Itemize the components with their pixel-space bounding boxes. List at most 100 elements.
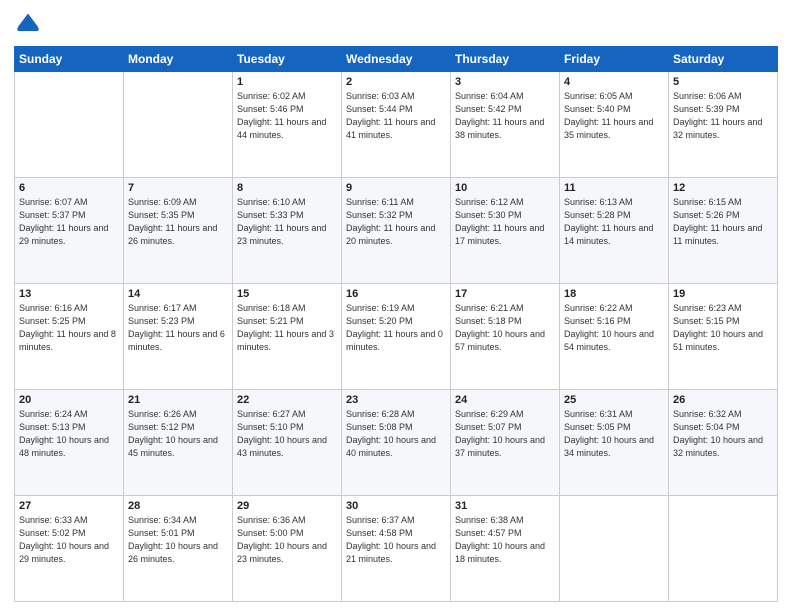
calendar-cell: 16Sunrise: 6:19 AM Sunset: 5:20 PM Dayli… [342, 284, 451, 390]
day-info: Sunrise: 6:27 AM Sunset: 5:10 PM Dayligh… [237, 408, 337, 460]
calendar-cell: 18 Sunrise: 6:22 AM Sunset: 5:16 PM Dayli… [560, 284, 669, 390]
day-info: Sunrise: 6:23 AM Sunset: 5:15 PM Dayligh… [673, 302, 773, 354]
day-number: 5 [673, 76, 773, 88]
day-number: 16 [346, 288, 446, 300]
day-number: 9 [346, 182, 446, 194]
calendar-week-row: 27 Sunrise: 6:33 AM Sunset: 5:02 PM Dayli… [15, 496, 778, 602]
day-info: Sunrise: 6:03 AM Sunset: 5:44 PM Dayligh… [346, 90, 446, 142]
calendar-cell [560, 496, 669, 602]
calendar-week-row: 1 Sunrise: 6:02 AM Sunset: 5:46 PM Daylig… [15, 72, 778, 178]
day-number: 14 [128, 288, 228, 300]
day-info: Sunrise: 6:05 AM Sunset: 5:40 PM Dayligh… [564, 90, 664, 142]
day-info: Sunrise: 6:07 AM Sunset: 5:37 PM Dayligh… [19, 196, 119, 248]
day-number: 12 [673, 182, 773, 194]
weekday-header: Saturday [669, 47, 778, 72]
calendar-cell: 17 Sunrise: 6:21 AM Sunset: 5:18 PM Dayli… [451, 284, 560, 390]
calendar-cell: 28 Sunrise: 6:34 AM Sunset: 5:01 PM Dayli… [124, 496, 233, 602]
day-number: 1 [237, 76, 337, 88]
calendar-cell: 31 Sunrise: 6:38 AM Sunset: 4:57 PM Dayli… [451, 496, 560, 602]
calendar-cell: 1 Sunrise: 6:02 AM Sunset: 5:46 PM Daylig… [233, 72, 342, 178]
day-info: Sunrise: 6:10 AM Sunset: 5:33 PM Dayligh… [237, 196, 337, 248]
day-number: 27 [19, 500, 119, 512]
logo-icon [14, 10, 42, 38]
day-info: Sunrise: 6:22 AM Sunset: 5:16 PM Dayligh… [564, 302, 664, 354]
day-info: Sunrise: 6:34 AM Sunset: 5:01 PM Dayligh… [128, 514, 228, 566]
day-number: 13 [19, 288, 119, 300]
calendar-cell: 22 Sunrise: 6:27 AM Sunset: 5:10 PM Dayli… [233, 390, 342, 496]
weekday-header: Wednesday [342, 47, 451, 72]
calendar-cell: 14 Sunrise: 6:17 AM Sunset: 5:23 PM Dayli… [124, 284, 233, 390]
day-info: Sunrise: 6:11 AM Sunset: 5:32 PM Dayligh… [346, 196, 446, 248]
day-number: 22 [237, 394, 337, 406]
day-number: 29 [237, 500, 337, 512]
day-number: 23 [346, 394, 446, 406]
day-number: 19 [673, 288, 773, 300]
day-info: Sunrise: 6:09 AM Sunset: 5:35 PM Dayligh… [128, 196, 228, 248]
day-number: 18 [564, 288, 664, 300]
calendar-cell: 20Sunrise: 6:24 AM Sunset: 5:13 PM Dayli… [15, 390, 124, 496]
calendar-cell: 3 Sunrise: 6:04 AM Sunset: 5:42 PM Daylig… [451, 72, 560, 178]
calendar-cell [669, 496, 778, 602]
day-number: 7 [128, 182, 228, 194]
day-info: Sunrise: 6:31 AM Sunset: 5:05 PM Dayligh… [564, 408, 664, 460]
page: SundayMondayTuesdayWednesdayThursdayFrid… [0, 0, 792, 612]
day-info: Sunrise: 6:29 AM Sunset: 5:07 PM Dayligh… [455, 408, 555, 460]
day-info: Sunrise: 6:02 AM Sunset: 5:46 PM Dayligh… [237, 90, 337, 142]
day-number: 31 [455, 500, 555, 512]
day-info: Sunrise: 6:26 AM Sunset: 5:12 PM Dayligh… [128, 408, 228, 460]
calendar-week-row: 20Sunrise: 6:24 AM Sunset: 5:13 PM Dayli… [15, 390, 778, 496]
day-info: Sunrise: 6:17 AM Sunset: 5:23 PM Dayligh… [128, 302, 228, 354]
day-info: Sunrise: 6:18 AM Sunset: 5:21 PM Dayligh… [237, 302, 337, 354]
day-number: 11 [564, 182, 664, 194]
calendar-cell: 24 Sunrise: 6:29 AM Sunset: 5:07 PM Dayli… [451, 390, 560, 496]
day-number: 24 [455, 394, 555, 406]
day-number: 17 [455, 288, 555, 300]
day-number: 30 [346, 500, 446, 512]
calendar-cell [15, 72, 124, 178]
calendar-cell: 26Sunrise: 6:32 AM Sunset: 5:04 PM Dayli… [669, 390, 778, 496]
day-info: Sunrise: 6:38 AM Sunset: 4:57 PM Dayligh… [455, 514, 555, 566]
calendar-table: SundayMondayTuesdayWednesdayThursdayFrid… [14, 46, 778, 602]
day-number: 21 [128, 394, 228, 406]
calendar-header-row: SundayMondayTuesdayWednesdayThursdayFrid… [15, 47, 778, 72]
calendar-week-row: 6Sunrise: 6:07 AM Sunset: 5:37 PM Daylig… [15, 178, 778, 284]
day-info: Sunrise: 6:12 AM Sunset: 5:30 PM Dayligh… [455, 196, 555, 248]
calendar-cell: 13 Sunrise: 6:16 AM Sunset: 5:25 PM Dayli… [15, 284, 124, 390]
calendar-cell: 9 Sunrise: 6:11 AM Sunset: 5:32 PM Daylig… [342, 178, 451, 284]
calendar-cell: 5 Sunrise: 6:06 AM Sunset: 5:39 PM Daylig… [669, 72, 778, 178]
calendar-cell: 27 Sunrise: 6:33 AM Sunset: 5:02 PM Dayli… [15, 496, 124, 602]
day-number: 28 [128, 500, 228, 512]
day-number: 3 [455, 76, 555, 88]
day-number: 4 [564, 76, 664, 88]
calendar-cell: 15Sunrise: 6:18 AM Sunset: 5:21 PM Dayli… [233, 284, 342, 390]
calendar-cell: 21 Sunrise: 6:26 AM Sunset: 5:12 PM Dayli… [124, 390, 233, 496]
day-info: Sunrise: 6:21 AM Sunset: 5:18 PM Dayligh… [455, 302, 555, 354]
day-info: Sunrise: 6:04 AM Sunset: 5:42 PM Dayligh… [455, 90, 555, 142]
weekday-header: Sunday [15, 47, 124, 72]
weekday-header: Thursday [451, 47, 560, 72]
calendar-cell: 25 Sunrise: 6:31 AM Sunset: 5:05 PM Dayli… [560, 390, 669, 496]
logo [14, 10, 46, 38]
day-info: Sunrise: 6:33 AM Sunset: 5:02 PM Dayligh… [19, 514, 119, 566]
calendar-cell: 10 Sunrise: 6:12 AM Sunset: 5:30 PM Dayli… [451, 178, 560, 284]
day-number: 2 [346, 76, 446, 88]
day-info: Sunrise: 6:06 AM Sunset: 5:39 PM Dayligh… [673, 90, 773, 142]
weekday-header: Friday [560, 47, 669, 72]
weekday-header: Tuesday [233, 47, 342, 72]
day-info: Sunrise: 6:13 AM Sunset: 5:28 PM Dayligh… [564, 196, 664, 248]
calendar-cell: 29 Sunrise: 6:36 AM Sunset: 5:00 PM Dayli… [233, 496, 342, 602]
day-info: Sunrise: 6:37 AM Sunset: 4:58 PM Dayligh… [346, 514, 446, 566]
calendar-cell: 30 Sunrise: 6:37 AM Sunset: 4:58 PM Dayli… [342, 496, 451, 602]
day-info: Sunrise: 6:16 AM Sunset: 5:25 PM Dayligh… [19, 302, 119, 354]
header [14, 10, 778, 38]
day-number: 26 [673, 394, 773, 406]
day-number: 20 [19, 394, 119, 406]
calendar-cell: 6Sunrise: 6:07 AM Sunset: 5:37 PM Daylig… [15, 178, 124, 284]
day-number: 8 [237, 182, 337, 194]
day-number: 25 [564, 394, 664, 406]
calendar-cell: 19 Sunrise: 6:23 AM Sunset: 5:15 PM Dayli… [669, 284, 778, 390]
day-number: 10 [455, 182, 555, 194]
calendar-cell: 2 Sunrise: 6:03 AM Sunset: 5:44 PM Daylig… [342, 72, 451, 178]
day-info: Sunrise: 6:28 AM Sunset: 5:08 PM Dayligh… [346, 408, 446, 460]
day-info: Sunrise: 6:36 AM Sunset: 5:00 PM Dayligh… [237, 514, 337, 566]
